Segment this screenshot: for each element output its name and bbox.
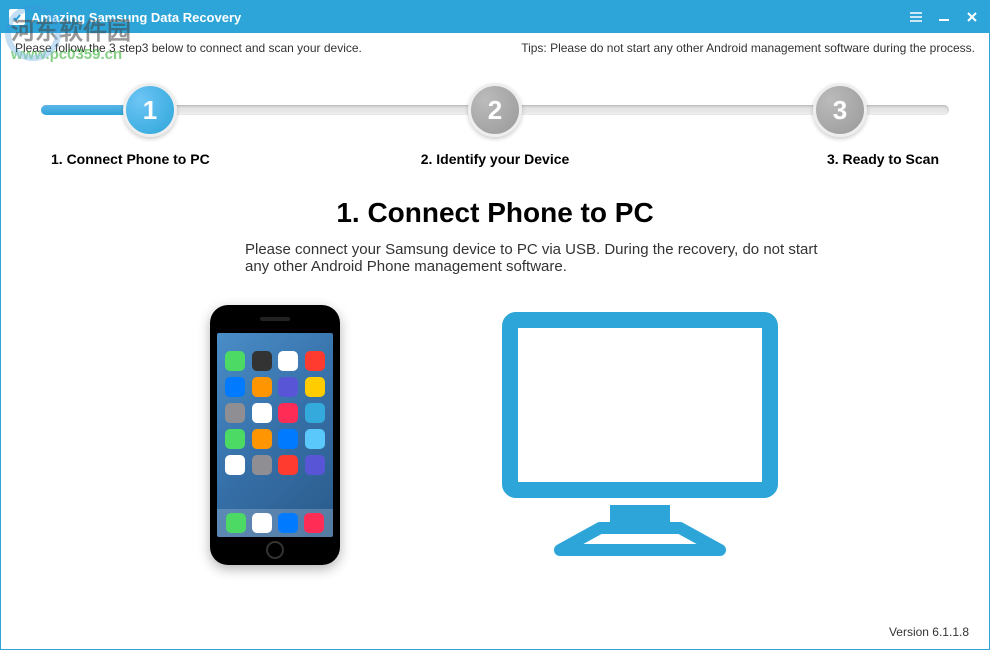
dock-tile [252,513,272,533]
title-bar: Amazing Samsung Data Recovery [1,1,989,33]
app-tile [252,377,272,397]
step-2-label: 2. Identify your Device [348,151,641,167]
devices-row [51,305,939,565]
phone-dock [217,509,333,537]
info-bar: Please follow the 3 step3 below to conne… [1,33,989,63]
step-1-label: 1. Connect Phone to PC [51,151,344,167]
app-tile [252,403,272,423]
pc-illustration [500,305,780,565]
app-tile [252,351,272,371]
dock-tile [226,513,246,533]
minimize-button[interactable] [935,8,953,26]
dock-tile [278,513,298,533]
app-tile [225,351,245,371]
phone-speaker [260,317,290,321]
app-tile [278,377,298,397]
app-tile [278,351,298,371]
step-1-num: 1 [143,95,157,126]
window-controls [907,8,981,26]
app-tile [278,403,298,423]
close-button[interactable] [963,8,981,26]
step-2-circle: 2 [468,83,522,137]
app-title: Amazing Samsung Data Recovery [31,10,241,25]
progress-track: 1 2 3 [41,81,949,141]
app-tile [252,455,272,475]
app-icon [9,9,25,25]
app-tile [225,377,245,397]
page-description: Please connect your Samsung device to PC… [145,241,845,275]
app-tile [278,429,298,449]
app-tile [305,455,325,475]
step-3-num: 3 [833,95,847,126]
app-tile [225,429,245,449]
title-left: Amazing Samsung Data Recovery [9,9,241,25]
phone-home-button [266,541,284,559]
tips-text: Tips: Please do not start any other Andr… [521,41,975,55]
app-tile [305,429,325,449]
app-tile [252,429,272,449]
monitor-icon [500,310,780,560]
step-3-circle: 3 [813,83,867,137]
app-tile [305,351,325,371]
dock-tile [304,513,324,533]
app-tile [305,403,325,423]
phone-screen [217,333,333,537]
step-labels: 1. Connect Phone to PC 2. Identify your … [51,151,939,167]
menu-icon[interactable] [907,8,925,26]
page-title: 1. Connect Phone to PC [51,197,939,229]
instructions-text: Please follow the 3 step3 below to conne… [15,41,362,55]
app-tile [225,403,245,423]
step-3-label: 3. Ready to Scan [646,151,939,167]
phone-app-grid [217,333,333,483]
main-content: 1. Connect Phone to PC Please connect yo… [1,197,989,565]
app-tile [278,455,298,475]
app-tile [305,377,325,397]
app-tile [225,455,245,475]
step-2-num: 2 [488,95,502,126]
phone-illustration [210,305,340,565]
step-1-circle: 1 [123,83,177,137]
version-label: Version 6.1.1.8 [889,625,969,639]
